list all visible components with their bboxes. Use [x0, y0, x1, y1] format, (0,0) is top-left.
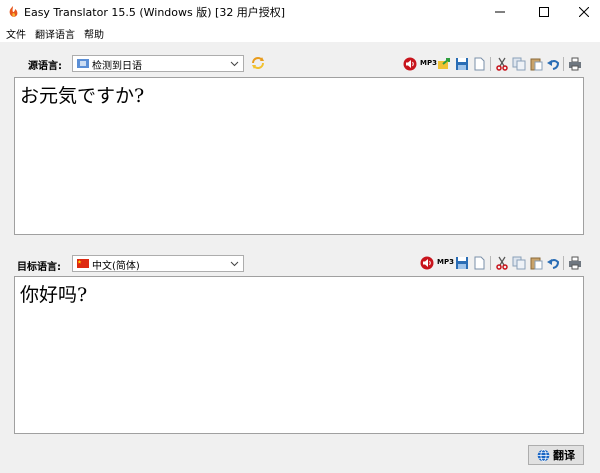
source-language-label: 源语言: — [28, 61, 62, 72]
globe-icon — [537, 448, 550, 462]
export-icon[interactable] — [437, 56, 451, 70]
toolbar-separator — [563, 256, 564, 270]
menu-bar: 文件 翻译语言 帮助 — [0, 24, 600, 42]
translate-button-label: 翻译 — [553, 449, 575, 462]
mp3-export-button[interactable]: MP3 — [420, 59, 437, 67]
toolbar-separator — [563, 57, 564, 71]
app-logo-icon — [6, 5, 20, 19]
save-icon[interactable] — [455, 256, 469, 270]
window-title: Easy Translator 15.5 (Windows 版) [32 用户授… — [24, 6, 286, 19]
copy-icon[interactable] — [512, 256, 526, 270]
undo-icon[interactable] — [546, 256, 560, 270]
target-language-value: 中文(简体) — [92, 261, 140, 272]
new-document-icon[interactable] — [472, 256, 486, 270]
target-language-label: 目标语言: — [17, 262, 61, 273]
menu-help[interactable]: 帮助 — [84, 26, 104, 41]
undo-icon[interactable] — [546, 57, 560, 71]
close-button[interactable] — [564, 0, 600, 24]
target-text-area[interactable]: 你好吗? — [14, 276, 584, 434]
new-document-icon[interactable] — [472, 57, 486, 71]
china-flag-icon — [77, 259, 89, 268]
source-text-area[interactable]: お元気ですか? — [14, 77, 584, 235]
print-icon[interactable] — [568, 256, 582, 270]
paste-icon[interactable] — [529, 57, 543, 71]
source-language-select[interactable]: 检测到日语 — [72, 55, 244, 72]
maximize-button[interactable] — [524, 0, 564, 24]
cut-icon[interactable] — [495, 57, 509, 71]
source-language-value: 检测到日语 — [92, 61, 142, 72]
target-text: 你好吗? — [20, 284, 88, 306]
print-icon[interactable] — [568, 57, 582, 71]
source-text: お元気ですか? — [20, 85, 145, 107]
translate-button[interactable]: 翻译 — [528, 445, 584, 465]
japanese-language-icon — [77, 59, 89, 68]
target-language-select[interactable]: 中文(简体) — [72, 255, 244, 272]
toolbar-separator — [490, 57, 491, 71]
chevron-down-icon — [230, 259, 239, 268]
menu-file[interactable]: 文件 — [6, 26, 26, 41]
paste-icon[interactable] — [529, 256, 543, 270]
title-bar: Easy Translator 15.5 (Windows 版) [32 用户授… — [0, 0, 600, 24]
menu-translate-language[interactable]: 翻译语言 — [35, 26, 75, 41]
chevron-down-icon — [230, 59, 239, 68]
copy-icon[interactable] — [512, 57, 526, 71]
mp3-export-button[interactable]: MP3 — [437, 258, 454, 266]
save-icon[interactable] — [455, 57, 469, 71]
minimize-button[interactable] — [480, 0, 520, 24]
speaker-icon[interactable] — [403, 57, 417, 71]
cut-icon[interactable] — [495, 256, 509, 270]
refresh-icon — [252, 57, 264, 69]
speaker-icon[interactable] — [420, 256, 434, 270]
swap-languages-button[interactable] — [250, 55, 266, 71]
toolbar-separator — [490, 256, 491, 270]
